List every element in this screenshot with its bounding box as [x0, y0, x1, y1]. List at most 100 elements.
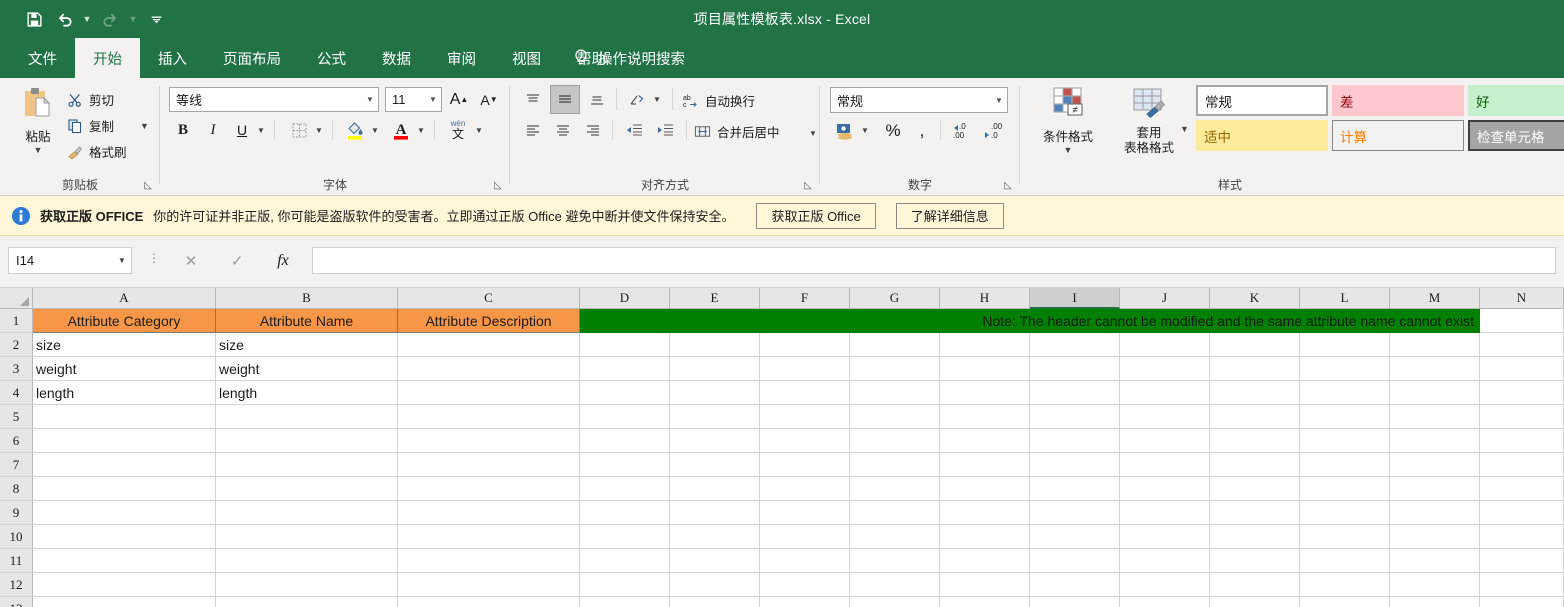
- cell-f8[interactable]: [760, 477, 850, 501]
- cell-b9[interactable]: [216, 501, 398, 525]
- italic-button[interactable]: I: [201, 118, 225, 142]
- cell-m9[interactable]: [1390, 501, 1480, 525]
- cell-f12[interactable]: [760, 573, 850, 597]
- cell-j11[interactable]: [1120, 549, 1210, 573]
- cell-e2[interactable]: [670, 333, 760, 357]
- decrease-decimal-button[interactable]: .00 .0: [980, 117, 1010, 143]
- cell-a4[interactable]: length: [33, 381, 216, 405]
- cell-l8[interactable]: [1300, 477, 1390, 501]
- cell-m7[interactable]: [1390, 453, 1480, 477]
- cell-a10[interactable]: [33, 525, 216, 549]
- conditional-formatting-dropdown-icon[interactable]: ▼: [1064, 145, 1073, 155]
- cell-k11[interactable]: [1210, 549, 1300, 573]
- cell-g3[interactable]: [850, 357, 940, 381]
- cell-d8[interactable]: [580, 477, 670, 501]
- column-header-c[interactable]: C: [398, 288, 580, 309]
- cell-h3[interactable]: [940, 357, 1030, 381]
- cell-c9[interactable]: [398, 501, 580, 525]
- cell-d4[interactable]: [580, 381, 670, 405]
- cell-n10[interactable]: [1480, 525, 1564, 549]
- number-format-combo[interactable]: 常规 ▼: [830, 87, 1008, 113]
- redo-dropdown-icon[interactable]: ▼: [126, 5, 140, 33]
- cell-m6[interactable]: [1390, 429, 1480, 453]
- row-header-11[interactable]: 11: [0, 549, 33, 573]
- borders-button[interactable]: [286, 118, 312, 142]
- clipboard-dialog-launcher[interactable]: ◺: [142, 180, 154, 192]
- cell-b4[interactable]: length: [216, 381, 398, 405]
- format-painter-button[interactable]: 格式刷: [66, 142, 127, 161]
- cell-i3[interactable]: [1030, 357, 1120, 381]
- cell-e8[interactable]: [670, 477, 760, 501]
- cell-b6[interactable]: [216, 429, 398, 453]
- cell-n4[interactable]: [1480, 381, 1564, 405]
- cell-f3[interactable]: [760, 357, 850, 381]
- cell-j5[interactable]: [1120, 405, 1210, 429]
- cell-k8[interactable]: [1210, 477, 1300, 501]
- cell-g6[interactable]: [850, 429, 940, 453]
- align-right-button[interactable]: [580, 118, 606, 142]
- tab-review[interactable]: 审阅: [429, 38, 494, 78]
- cell-f11[interactable]: [760, 549, 850, 573]
- formula-input[interactable]: [312, 247, 1556, 274]
- cell-d7[interactable]: [580, 453, 670, 477]
- cell-j8[interactable]: [1120, 477, 1210, 501]
- cell-a1[interactable]: Attribute Category: [33, 309, 216, 333]
- cell-h13[interactable]: [940, 597, 1030, 607]
- align-left-button[interactable]: [520, 118, 546, 142]
- cell-d1-note[interactable]: Note: The header cannot be modified and …: [580, 309, 1480, 333]
- row-header-2[interactable]: 2: [0, 333, 33, 357]
- cell-j13[interactable]: [1120, 597, 1210, 607]
- cell-k10[interactable]: [1210, 525, 1300, 549]
- merge-center-dropdown-icon[interactable]: ▼: [806, 122, 820, 144]
- cell-h10[interactable]: [940, 525, 1030, 549]
- cell-d11[interactable]: [580, 549, 670, 573]
- cell-g13[interactable]: [850, 597, 940, 607]
- alignment-dialog-launcher[interactable]: ◺: [802, 180, 814, 192]
- cell-f6[interactable]: [760, 429, 850, 453]
- row-header-5[interactable]: 5: [0, 405, 33, 429]
- cell-i8[interactable]: [1030, 477, 1120, 501]
- cell-c8[interactable]: [398, 477, 580, 501]
- undo-dropdown-icon[interactable]: ▼: [80, 5, 94, 33]
- select-all-corner[interactable]: [0, 288, 33, 309]
- cell-f2[interactable]: [760, 333, 850, 357]
- column-header-n[interactable]: N: [1480, 288, 1564, 309]
- cell-g11[interactable]: [850, 549, 940, 573]
- decrease-font-size-button[interactable]: A ▼: [476, 87, 502, 112]
- cell-i12[interactable]: [1030, 573, 1120, 597]
- row-header-1[interactable]: 1: [0, 309, 33, 333]
- column-header-m[interactable]: M: [1390, 288, 1480, 309]
- phonetic-guide-button[interactable]: wén 文: [444, 116, 472, 143]
- cell-n6[interactable]: [1480, 429, 1564, 453]
- cell-b1[interactable]: Attribute Name: [216, 309, 398, 333]
- tab-page-layout[interactable]: 页面布局: [205, 38, 299, 78]
- cell-d5[interactable]: [580, 405, 670, 429]
- cell-b13[interactable]: [216, 597, 398, 607]
- cell-f7[interactable]: [760, 453, 850, 477]
- cell-a13[interactable]: [33, 597, 216, 607]
- row-header-7[interactable]: 7: [0, 453, 33, 477]
- cell-i9[interactable]: [1030, 501, 1120, 525]
- cell-a7[interactable]: [33, 453, 216, 477]
- cell-h5[interactable]: [940, 405, 1030, 429]
- tab-insert[interactable]: 插入: [140, 38, 205, 78]
- fill-color-button[interactable]: [342, 116, 368, 143]
- orientation-dropdown-icon[interactable]: ▼: [650, 87, 664, 112]
- cell-e4[interactable]: [670, 381, 760, 405]
- font-dialog-launcher[interactable]: ◺: [492, 180, 504, 192]
- insert-function-icon[interactable]: fx: [260, 247, 306, 274]
- column-header-e[interactable]: E: [670, 288, 760, 309]
- increase-decimal-button[interactable]: .0 .00: [948, 117, 978, 143]
- number-dialog-launcher[interactable]: ◺: [1002, 180, 1014, 192]
- column-header-b[interactable]: B: [216, 288, 398, 309]
- learn-more-button[interactable]: 了解详细信息: [895, 202, 1004, 229]
- cell-e5[interactable]: [670, 405, 760, 429]
- column-header-j[interactable]: J: [1120, 288, 1210, 309]
- cell-c2[interactable]: [398, 333, 580, 357]
- cell-f5[interactable]: [760, 405, 850, 429]
- wrap-text-button[interactable]: ab c 自动换行: [682, 91, 755, 110]
- cell-b2[interactable]: size: [216, 333, 398, 357]
- cell-d13[interactable]: [580, 597, 670, 607]
- cell-k6[interactable]: [1210, 429, 1300, 453]
- cell-style-normal[interactable]: 常规: [1196, 85, 1328, 116]
